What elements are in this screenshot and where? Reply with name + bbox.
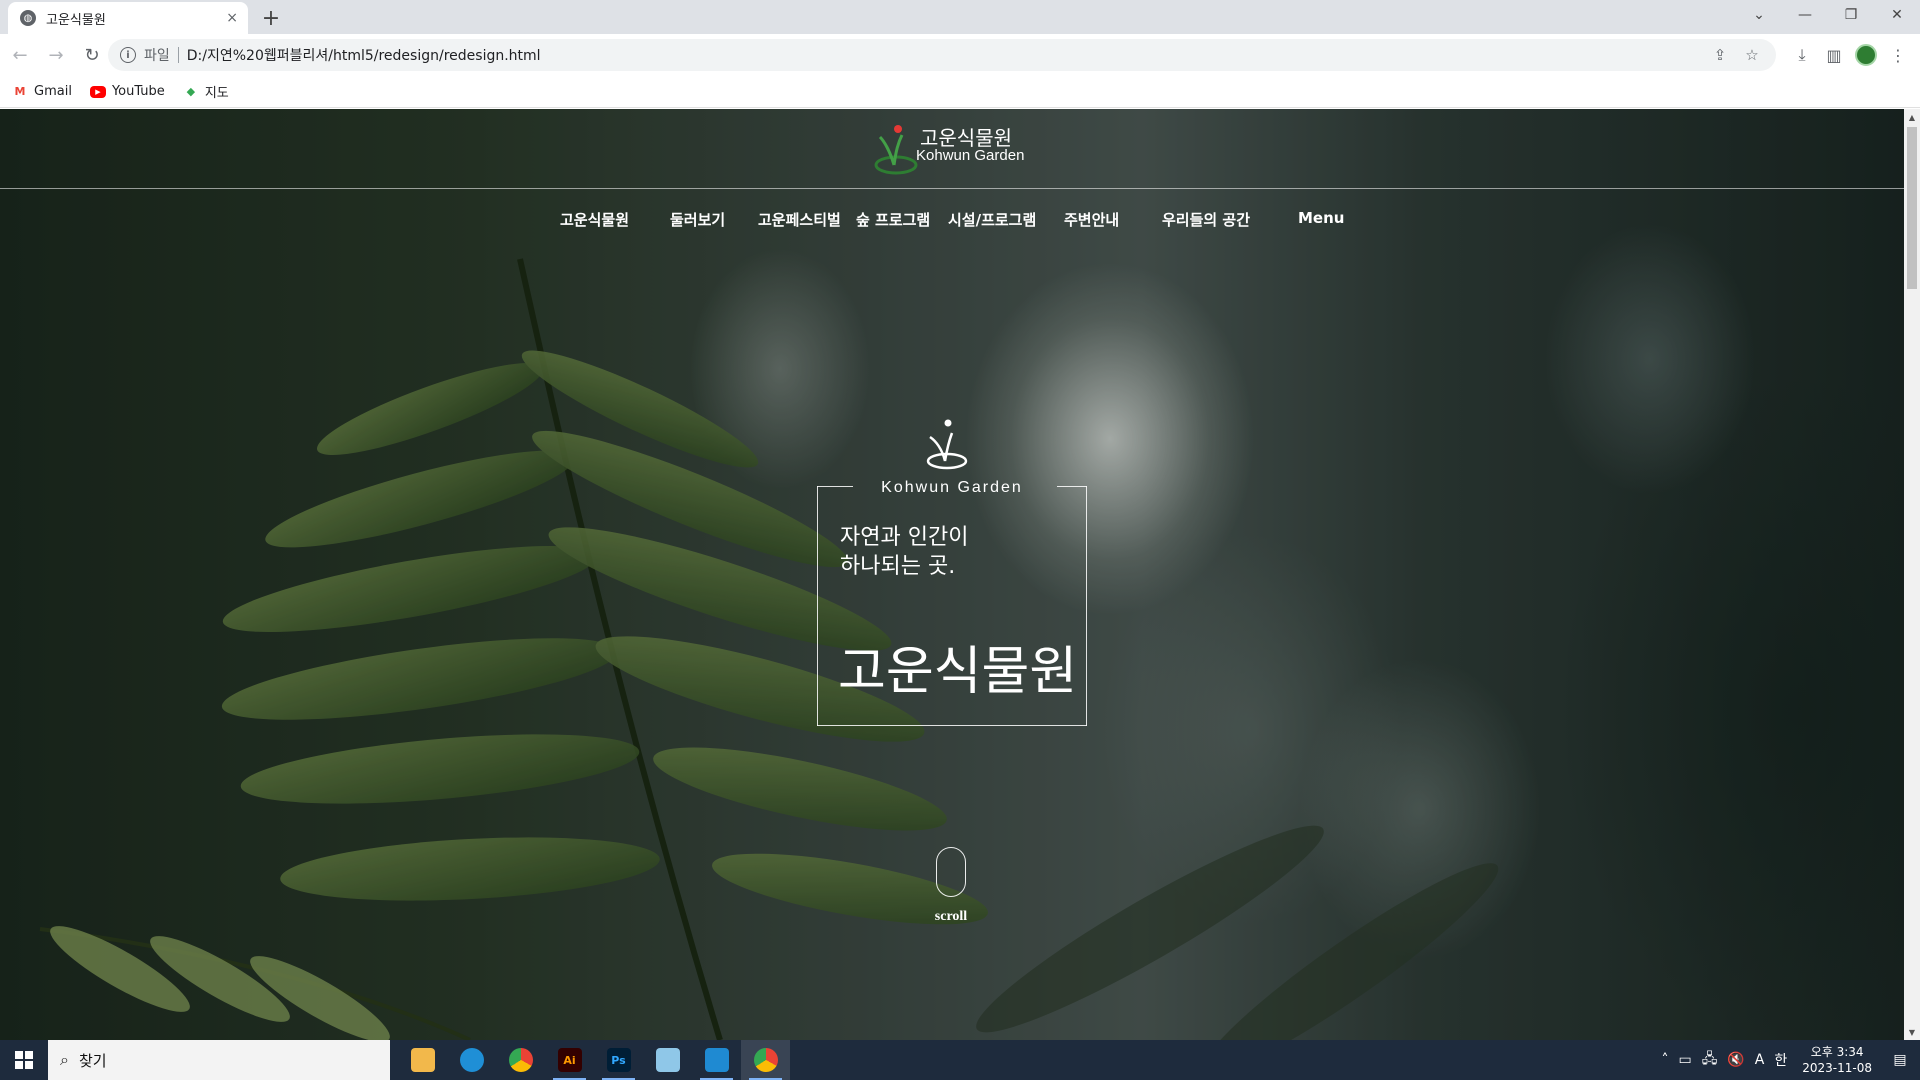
nav-item-garden[interactable]: 고운식물원 (560, 209, 629, 230)
hero-slogan-line: 하나되는 곳. (840, 554, 956, 579)
nav-item-nearby[interactable]: 주변안내 (1064, 209, 1119, 230)
tab-strip: ◍ 고운식물원 × + ⌄ — ❐ ✕ (0, 0, 1920, 34)
chrome-icon (508, 1048, 533, 1072)
site-header: 고운식물원 Kohwun Garden (0, 109, 1904, 189)
taskbar-app-edge[interactable] (447, 1040, 496, 1080)
volume-muted-icon[interactable]: 🔇 (1727, 1052, 1744, 1068)
bookmark-label: YouTube (111, 84, 165, 99)
profile-avatar[interactable] (1855, 44, 1877, 66)
new-tab-button[interactable]: + (258, 5, 284, 31)
tab-search-icon[interactable]: ⌄ (1736, 0, 1782, 30)
bookmarks-bar: M Gmail ▶ YouTube ◆ 지도 (0, 76, 1920, 108)
taskbar-app-chrome[interactable] (496, 1040, 545, 1080)
restore-button[interactable]: ❐ (1828, 0, 1874, 30)
nav-item-menu[interactable]: Menu (1298, 209, 1344, 227)
taskbar-app-photoshop[interactable]: Ps (594, 1040, 643, 1080)
taskbar-app-file-explorer[interactable] (398, 1040, 447, 1080)
page-scrollbar[interactable]: ▲ ▼ (1904, 109, 1920, 1040)
clock-date: 2023-11-08 (1802, 1061, 1872, 1075)
hero-emblem-icon (926, 419, 968, 470)
bookmark-star-icon[interactable]: ☆ (1736, 46, 1768, 64)
nav-item-festival[interactable]: 고운페스티벌 (758, 209, 841, 230)
menu-kebab-icon[interactable]: ⋮ (1882, 39, 1914, 71)
info-icon[interactable]: i (120, 47, 136, 63)
url-text[interactable]: D:/지연%20웹퍼블리셔/html5/redesign/redesign.ht… (187, 45, 541, 65)
bookmark-maps[interactable]: ◆ 지도 (183, 82, 229, 101)
start-button[interactable] (0, 1040, 48, 1080)
forward-icon[interactable]: → (40, 39, 72, 71)
tab-title: 고운식물원 (46, 12, 106, 28)
taskbar-app-chrome-active[interactable] (741, 1040, 790, 1080)
chrome-icon (753, 1048, 778, 1072)
ime-hangul[interactable]: 한 (1774, 1050, 1787, 1070)
scroll-down-icon[interactable]: ▼ (1904, 1024, 1920, 1040)
scroll-mouse-icon[interactable] (936, 847, 966, 897)
network-icon[interactable]: 🖧 (1702, 1048, 1718, 1072)
nav-item-tour[interactable]: 둘러보기 (670, 209, 725, 230)
bookmark-youtube[interactable]: ▶ YouTube (89, 84, 165, 99)
tab-close-icon[interactable]: × (226, 10, 238, 26)
download-icon[interactable]: ⤓ (1786, 39, 1818, 71)
youtube-icon: ▶ (89, 85, 106, 98)
share-icon[interactable]: ⇪ (1704, 46, 1736, 64)
nav-item-facilities[interactable]: 시설/프로그램 (948, 209, 1036, 230)
scrollbar-thumb[interactable] (1907, 127, 1917, 289)
frame-bottom-line (817, 725, 1087, 726)
hero-slogan: 자연과 인간이 하나되는 곳. (840, 523, 968, 581)
close-window-button[interactable]: ✕ (1874, 0, 1920, 30)
taskbar-apps: Ai Ps (398, 1040, 790, 1080)
notification-icon[interactable]: ▤ (1880, 1052, 1920, 1068)
device-icon[interactable]: ▭ (1678, 1052, 1691, 1068)
system-tray: ˄ ▭ 🖧 🔇 A 한 오후 3:34 2023-11-08 ▤ (1656, 1040, 1920, 1080)
hero-english-title: Kohwun Garden (881, 479, 1023, 496)
bookmark-label: Gmail (34, 84, 72, 99)
search-text: 찾기 (78, 1051, 107, 1070)
browser-tab[interactable]: ◍ 고운식물원 × (8, 2, 248, 34)
frame-left-line (817, 486, 818, 726)
site-logo[interactable]: 고운식물원 Kohwun Garden (872, 117, 1032, 181)
nav-item-community[interactable]: 우리들의 공간 (1162, 209, 1250, 230)
minimize-button[interactable]: — (1782, 0, 1828, 30)
vscode-icon (704, 1048, 729, 1072)
address-bar[interactable]: i 파일 D:/지연%20웹퍼블리셔/html5/redesign/redesi… (108, 39, 1776, 71)
browser-toolbar: ← → ↻ i 파일 D:/지연%20웹퍼블리셔/html5/redesign/… (0, 34, 1920, 76)
hero-slogan-line: 자연과 인간이 (840, 525, 969, 550)
gmail-icon: M (14, 85, 26, 98)
logo-mark-icon (874, 125, 918, 175)
search-icon: ⌕ (60, 1050, 69, 1069)
scroll-label[interactable]: scroll (921, 909, 981, 925)
photoshop-icon: Ps (606, 1048, 631, 1072)
page-viewport: 고운식물원 Kohwun Garden 고운식물원 둘러보기 고운페스티벌 숲 … (0, 109, 1904, 1040)
back-icon[interactable]: ← (4, 39, 36, 71)
notepad-icon (655, 1048, 680, 1072)
logo-english: Kohwun Garden (916, 147, 1025, 164)
taskbar-search[interactable]: ⌕ 찾기 (48, 1040, 390, 1080)
window-controls: ⌄ — ❐ ✕ (1736, 0, 1920, 30)
bookmark-label: 지도 (204, 86, 229, 101)
folder-icon (410, 1048, 435, 1072)
scroll-up-icon[interactable]: ▲ (1904, 109, 1920, 125)
scheme-label: 파일 (144, 48, 170, 64)
frame-right-line (1086, 486, 1087, 726)
nav-item-forest-program[interactable]: 숲 프로그램 (856, 209, 930, 230)
taskbar-app-vscode[interactable] (692, 1040, 741, 1080)
side-panel-icon[interactable]: ▥ (1818, 39, 1850, 71)
windows-logo-icon (15, 1051, 33, 1069)
divider (177, 47, 179, 63)
clock[interactable]: 오후 3:34 2023-11-08 (1802, 1044, 1872, 1076)
windows-taskbar: ⌕ 찾기 Ai Ps ˄ ▭ 🖧 🔇 A 한 오후 3:34 2023-11-0… (0, 1040, 1920, 1080)
hero-title: 고운식물원 (838, 642, 1078, 702)
clock-time: 오후 3:34 (1810, 1045, 1864, 1059)
taskbar-app-notepad[interactable] (643, 1040, 692, 1080)
reload-icon[interactable]: ↻ (76, 39, 108, 71)
taskbar-app-illustrator[interactable]: Ai (545, 1040, 594, 1080)
bookmark-gmail[interactable]: M Gmail (12, 84, 72, 100)
illustrator-icon: Ai (557, 1048, 582, 1072)
main-nav: 고운식물원 둘러보기 고운페스티벌 숲 프로그램 시설/프로그램 주변안내 우리… (0, 209, 1904, 233)
edge-icon (459, 1048, 484, 1072)
ime-mode[interactable]: A (1755, 1052, 1765, 1068)
globe-icon: ◍ (20, 10, 36, 26)
maps-icon: ◆ (186, 85, 196, 98)
chevron-up-icon[interactable]: ˄ (1661, 1052, 1668, 1068)
